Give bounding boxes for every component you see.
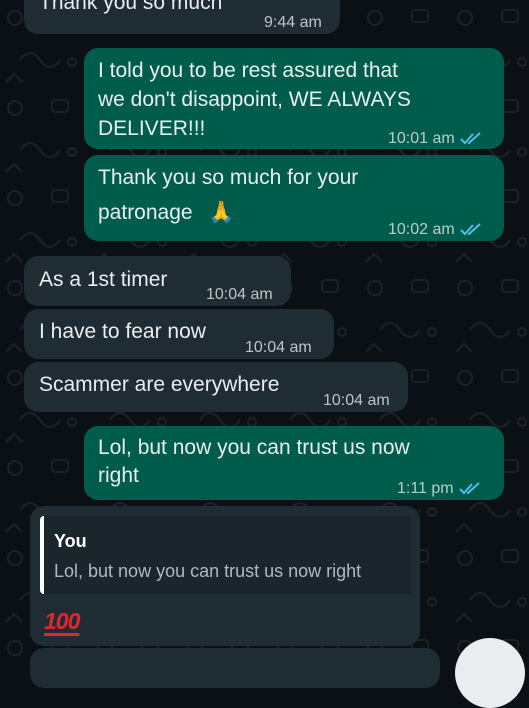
message-text: I have to fear now: [39, 320, 206, 343]
message-time: 1:11 pm: [397, 480, 454, 497]
message-meta: 10:01 am: [388, 124, 482, 153]
double-check-icon: [460, 222, 481, 235]
message-time: 10:02 am: [388, 221, 455, 238]
quoted-text: Lol, but now you can trust us now right: [54, 561, 362, 581]
message-text: Scammer are everywhere: [39, 373, 280, 396]
message-meta: 10:02 am: [388, 215, 482, 244]
message-bubble-incoming[interactable]: Scammer are everywhere 10:04 am: [24, 362, 408, 412]
message-bubble-outgoing[interactable]: Thank you so much for your patronage 🙏 1…: [84, 155, 504, 241]
message-time: 10:04 am: [323, 392, 390, 409]
message-text: As a 1st timer: [39, 268, 168, 291]
message-bubble-incoming[interactable]: I have to fear now 10:04 am: [24, 309, 334, 359]
double-check-icon: [460, 131, 481, 144]
message-text-line: DELIVER!!!: [98, 117, 206, 140]
message-text-line: Thank you so much for your: [98, 166, 359, 189]
message-time: 10:04 am: [245, 339, 312, 356]
message-text-line: right: [98, 464, 139, 487]
message-bubble-outgoing[interactable]: I told you to be rest assured that we do…: [84, 48, 504, 149]
message-time: 10:04 am: [206, 286, 273, 303]
message-text: Thank you so much: [39, 0, 223, 14]
double-check-icon: [458, 481, 480, 494]
message-bubble-outgoing[interactable]: Lol, but now you can trust us now right …: [84, 426, 504, 500]
quoted-author: You: [54, 531, 87, 551]
praying-hands-emoji: 🙏: [208, 201, 235, 224]
message-time: 9:44 am: [264, 14, 322, 31]
message-text-line: Lol, but now you can trust us now: [98, 436, 410, 459]
quoted-message[interactable]: You Lol, but now you can trust us now ri…: [40, 516, 411, 594]
message-bubble-incoming[interactable]: Thank you so much 9:44 am: [24, 0, 340, 34]
hundred-points-emoji: 100: [44, 608, 80, 634]
message-time: 10:01 am: [388, 130, 455, 147]
message-bubble-incoming[interactable]: As a 1st timer 10:04 am: [24, 256, 291, 306]
message-meta: 1:11 pm: [397, 474, 481, 503]
message-text-line: I told you to be rest assured that: [98, 59, 399, 82]
message-text-line: patronage: [98, 201, 193, 224]
message-text-line: we don't disappoint, WE ALWAYS: [98, 88, 411, 111]
message-bubble-incoming[interactable]: [30, 648, 440, 688]
scroll-down-button[interactable]: [455, 638, 525, 708]
